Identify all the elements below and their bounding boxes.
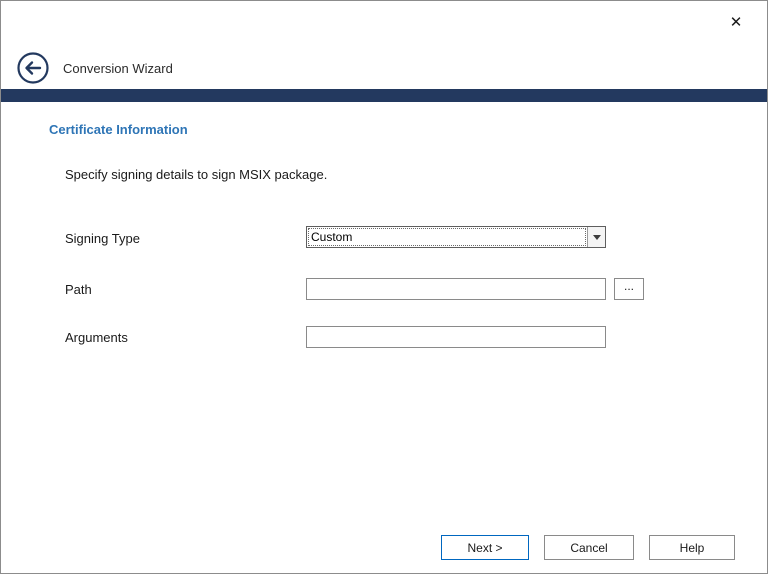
page-title: Certificate Information [49,122,188,137]
arguments-input[interactable] [306,326,606,348]
accent-bar [1,89,767,102]
close-icon: ✕ [730,14,743,31]
path-label: Path [65,282,92,297]
close-button[interactable]: ✕ [721,9,751,37]
back-button[interactable] [16,51,50,85]
combo-dropdown-button[interactable] [587,227,605,247]
signing-type-label: Signing Type [65,231,140,246]
wizard-title: Conversion Wizard [63,61,173,76]
path-input[interactable] [306,278,606,300]
help-button[interactable]: Help [649,535,735,560]
arguments-label: Arguments [65,330,128,345]
titlebar: ✕ [1,1,767,45]
page-description: Specify signing details to sign MSIX pac… [65,167,327,182]
footer-buttons: Next > Cancel Help [441,535,735,560]
cancel-button[interactable]: Cancel [544,535,634,560]
signing-type-value: Custom [307,227,587,247]
next-button[interactable]: Next > [441,535,529,560]
browse-button[interactable]: ... [614,278,644,300]
wizard-header: Conversion Wizard [16,47,173,89]
signing-type-combobox[interactable]: Custom [306,226,606,248]
chevron-down-icon [593,235,601,240]
back-arrow-icon [16,51,50,85]
conversion-wizard-dialog: ✕ Conversion Wizard Certificate Informat… [0,0,768,574]
